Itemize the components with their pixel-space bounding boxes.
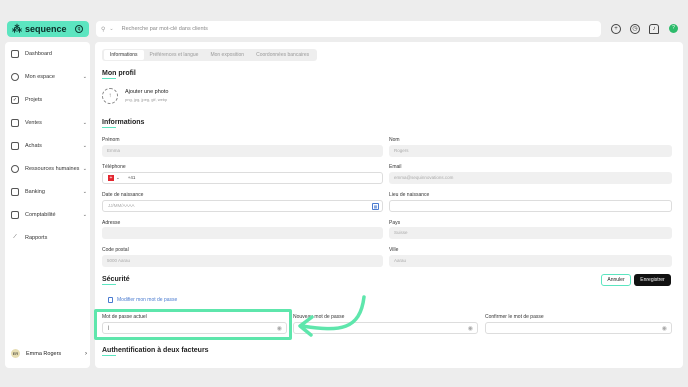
pointer-arrow [298, 295, 366, 337]
